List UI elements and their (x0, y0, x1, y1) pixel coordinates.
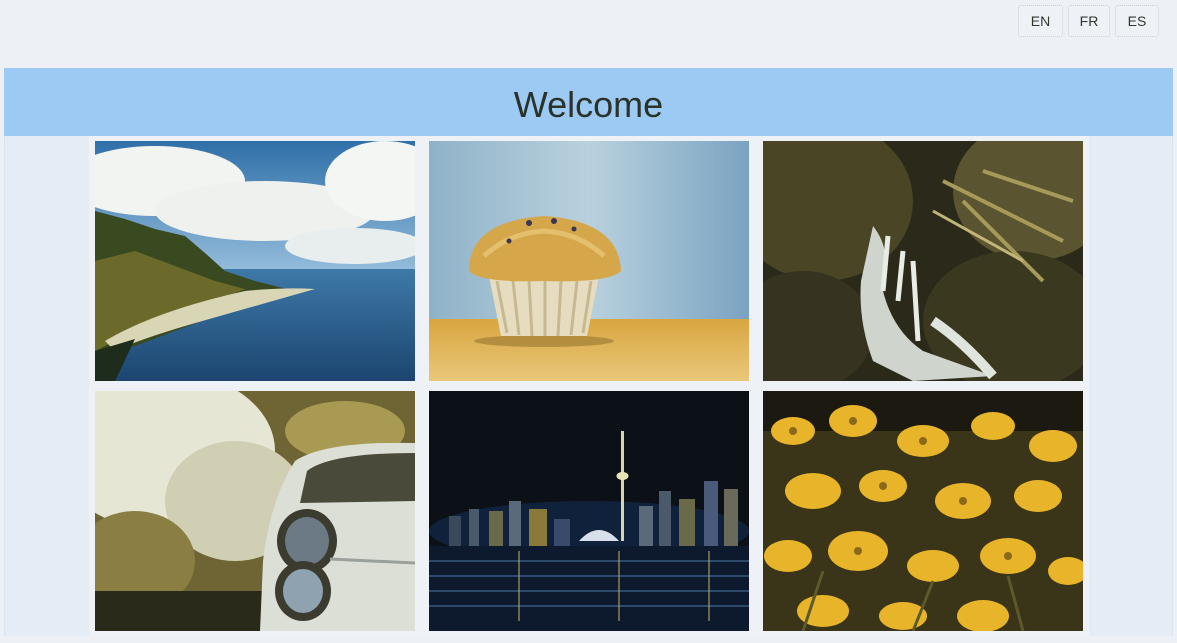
photo-muffin[interactable] (429, 141, 749, 381)
photo-yellow-flowers[interactable] (763, 391, 1083, 631)
photo-coastline[interactable] (95, 141, 415, 381)
page-title: Welcome (513, 84, 664, 125)
photo-vintage-car[interactable] (95, 391, 415, 631)
photo-city-skyline[interactable] (429, 391, 749, 631)
language-switcher: EN FR ES (1018, 5, 1159, 37)
language-button-es[interactable]: ES (1115, 5, 1159, 37)
yellow-flowers-image (763, 391, 1083, 631)
language-button-fr[interactable]: FR (1068, 5, 1110, 37)
welcome-banner: Welcome (4, 68, 1173, 136)
muffin-image (429, 141, 749, 381)
language-button-en[interactable]: EN (1018, 5, 1063, 37)
city-skyline-image (429, 391, 749, 631)
photo-gallery (89, 136, 1089, 636)
photo-waterfall[interactable] (763, 141, 1083, 381)
coastline-image (95, 141, 415, 381)
vintage-car-image (95, 391, 415, 631)
waterfall-image (763, 141, 1083, 381)
